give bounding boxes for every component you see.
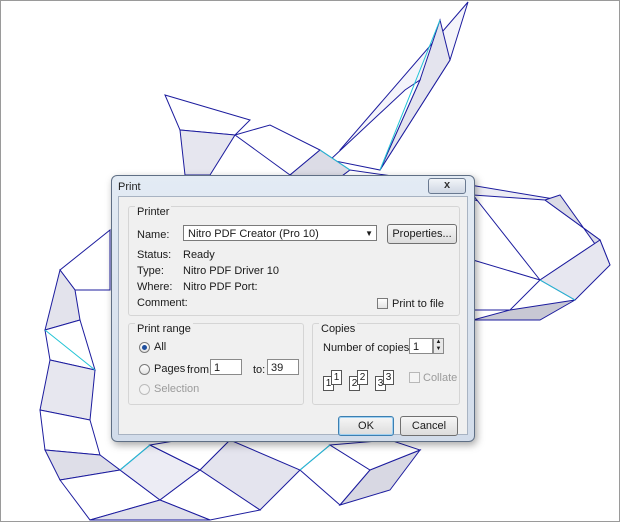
- radio-all[interactable]: [139, 342, 150, 353]
- page-icon: 1: [331, 370, 342, 385]
- cancel-button-label: Cancel: [411, 420, 447, 432]
- print-dialog: Print x Printer Name: Nitro PDF Creator …: [111, 175, 475, 442]
- printer-group-label: Printer: [135, 206, 172, 218]
- spin-down-icon[interactable]: ▼: [434, 346, 443, 353]
- collate-checkbox: [409, 372, 420, 383]
- number-of-copies-label: Number of copies:: [323, 342, 413, 354]
- dialog-titlebar[interactable]: Print x: [112, 176, 474, 196]
- from-page-input[interactable]: 1: [210, 359, 242, 375]
- number-of-copies-input[interactable]: 1: [409, 338, 433, 354]
- printer-name-select[interactable]: Nitro PDF Creator (Pro 10) ▼: [183, 225, 377, 241]
- copies-group-label: Copies: [319, 323, 358, 335]
- page-icon: 2: [357, 370, 368, 385]
- type-label: Type:: [137, 265, 164, 277]
- print-to-file-label[interactable]: Print to file: [392, 298, 444, 310]
- page-icon: 3: [383, 370, 394, 385]
- radio-pages[interactable]: [139, 364, 150, 375]
- spin-up-icon[interactable]: ▲: [434, 339, 443, 346]
- copies-spinner[interactable]: ▲ ▼: [433, 338, 444, 354]
- to-label: to:: [253, 364, 266, 376]
- close-button[interactable]: x: [428, 178, 466, 194]
- print-range-group-label: Print range: [135, 323, 193, 335]
- radio-pages-label[interactable]: Pages: [154, 363, 185, 375]
- from-page-value: 1: [214, 362, 221, 374]
- status-value: Ready: [183, 249, 215, 261]
- dialog-client-area: Printer Name: Nitro PDF Creator (Pro 10)…: [118, 196, 468, 436]
- status-label: Status:: [137, 249, 172, 261]
- ok-button-label: OK: [358, 420, 374, 432]
- to-page-value: 39: [271, 362, 284, 374]
- chevron-down-icon: ▼: [365, 229, 373, 238]
- type-value: Nitro PDF Driver 10: [183, 265, 279, 277]
- printer-group: Printer Name: Nitro PDF Creator (Pro 10)…: [128, 206, 460, 316]
- print-to-file-checkbox[interactable]: [377, 298, 388, 309]
- radio-selection-label: Selection: [154, 383, 200, 395]
- from-label: from:: [187, 364, 213, 376]
- collate-label: Collate: [423, 372, 458, 384]
- where-label: Where:: [137, 281, 173, 293]
- close-icon: x: [443, 179, 451, 191]
- printer-name-value: Nitro PDF Creator (Pro 10): [188, 228, 319, 240]
- properties-button[interactable]: Properties...: [387, 224, 457, 244]
- ok-button[interactable]: OK: [338, 416, 394, 436]
- print-range-group: Print range All Pages from: 1 to: 39 Sel…: [128, 323, 304, 405]
- number-of-copies-value: 1: [413, 341, 420, 353]
- where-value: Nitro PDF Port:: [183, 281, 258, 293]
- radio-selection: [139, 384, 150, 395]
- radio-all-label[interactable]: All: [154, 341, 166, 353]
- properties-button-label: Properties...: [392, 228, 452, 240]
- comment-label: Comment:: [137, 297, 188, 309]
- dialog-title: Print: [118, 181, 141, 193]
- cancel-button[interactable]: Cancel: [400, 416, 458, 436]
- printer-name-label: Name:: [137, 229, 170, 241]
- to-page-input[interactable]: 39: [267, 359, 299, 375]
- copies-group: Copies Number of copies: 1 ▲ ▼ 1 1 2 2 3…: [312, 323, 460, 405]
